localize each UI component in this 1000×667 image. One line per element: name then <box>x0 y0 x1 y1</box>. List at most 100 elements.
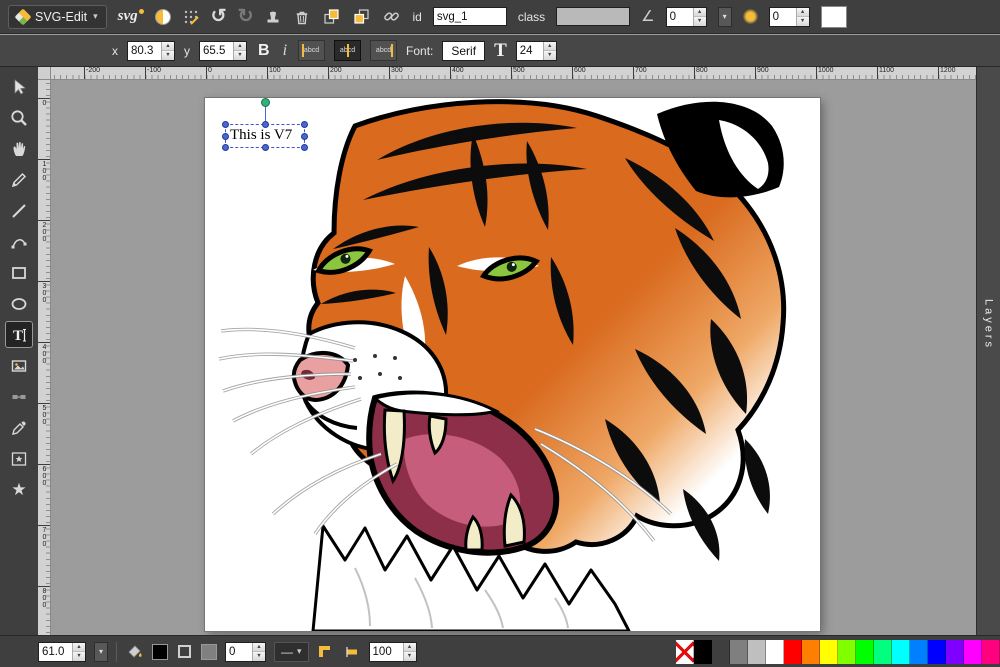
spin-down-icon[interactable]: ▼ <box>162 51 174 60</box>
palette-swatch[interactable] <box>946 640 964 664</box>
text-anchor-middle-button[interactable]: abcd <box>334 40 361 61</box>
opacity-input[interactable] <box>370 643 403 661</box>
blur-spinner[interactable]: ▲ ▼ <box>769 7 810 27</box>
palette-swatch[interactable] <box>784 640 802 664</box>
tool-line[interactable] <box>5 197 33 224</box>
y-spinner-arrows[interactable]: ▲ ▼ <box>233 42 246 60</box>
palette-swatch[interactable] <box>802 640 820 664</box>
stroke-width-input[interactable] <box>226 643 252 661</box>
font-size-spinner-arrows[interactable]: ▲ ▼ <box>543 42 556 60</box>
angle-spinner-arrows[interactable]: ▲ ▼ <box>693 8 706 26</box>
palette-swatch[interactable] <box>748 640 766 664</box>
fill-color-swatch[interactable] <box>152 644 168 660</box>
editor-preferences-button[interactable] <box>182 5 200 29</box>
palette-swatch[interactable] <box>892 640 910 664</box>
x-position-input[interactable] <box>128 42 161 60</box>
spin-down-icon[interactable]: ▼ <box>73 652 85 661</box>
spin-down-icon[interactable]: ▼ <box>253 652 265 661</box>
palette-swatch-none[interactable] <box>676 640 694 664</box>
zoom-presets-button[interactable]: ▾ <box>94 642 108 662</box>
delete-button[interactable] <box>293 5 311 29</box>
clone-button[interactable] <box>264 5 282 29</box>
tool-star[interactable]: ★ <box>5 476 33 503</box>
opacity-spinner[interactable]: ▲ ▼ <box>369 642 417 662</box>
main-menu-button[interactable]: SVG-Edit ▾ <box>8 5 107 29</box>
x-spinner-arrows[interactable]: ▲ ▼ <box>161 42 174 60</box>
tool-eyedropper[interactable] <box>5 414 33 441</box>
palette-swatch[interactable] <box>856 640 874 664</box>
tool-connector[interactable] <box>5 383 33 410</box>
opacity-spinner-arrows[interactable]: ▲ ▼ <box>403 643 416 661</box>
text-anchor-start-button[interactable]: abcd <box>298 40 325 61</box>
selection-handle-n[interactable] <box>262 121 269 128</box>
tool-select[interactable] <box>5 73 33 100</box>
element-class-input[interactable] <box>556 7 630 26</box>
spin-down-icon[interactable]: ▼ <box>694 17 706 26</box>
y-position-spinner[interactable]: ▲ ▼ <box>199 41 247 61</box>
spin-up-icon[interactable]: ▲ <box>73 643 85 653</box>
tool-pan[interactable] <box>5 135 33 162</box>
angle-spinner[interactable]: ▲ ▼ <box>666 7 707 27</box>
tool-ellipse[interactable] <box>5 290 33 317</box>
make-link-button[interactable] <box>382 5 401 29</box>
undo-button[interactable]: ↺ <box>211 5 227 29</box>
stroke-color-swatch[interactable] <box>201 644 217 660</box>
y-position-input[interactable] <box>200 42 233 60</box>
font-family-select[interactable]: Serif <box>442 41 485 61</box>
svg-canvas[interactable]: This is V7 <box>205 98 820 631</box>
spin-down-icon[interactable]: ▼ <box>234 51 246 60</box>
palette-swatch[interactable] <box>694 640 712 664</box>
selection-handle-nw[interactable] <box>222 121 229 128</box>
stroke-width-spinner[interactable]: ▲ ▼ <box>225 642 266 662</box>
selection-handle-e[interactable] <box>301 133 308 140</box>
spin-up-icon[interactable]: ▲ <box>797 8 809 18</box>
palette-swatch[interactable] <box>766 640 784 664</box>
color-swatch-button[interactable] <box>821 6 847 28</box>
stroke-linecap-icon[interactable] <box>343 643 361 661</box>
blur-spinner-arrows[interactable]: ▲ ▼ <box>796 8 809 26</box>
palette-swatch[interactable] <box>820 640 838 664</box>
rotation-handle[interactable] <box>261 98 270 107</box>
stroke-width-spinner-arrows[interactable]: ▲ ▼ <box>252 643 265 661</box>
move-to-bottom-button[interactable] <box>352 5 371 29</box>
stroke-dash-select[interactable]: — ▾ <box>274 642 309 662</box>
spin-up-icon[interactable]: ▲ <box>162 42 174 52</box>
selection-handle-s[interactable] <box>262 144 269 151</box>
blur-input[interactable] <box>770 8 796 26</box>
palette-swatch[interactable] <box>874 640 892 664</box>
tool-shape-library[interactable] <box>5 445 33 472</box>
move-to-top-button[interactable] <box>322 5 341 29</box>
palette-swatch[interactable] <box>964 640 982 664</box>
tool-pencil[interactable] <box>5 166 33 193</box>
spin-up-icon[interactable]: ▲ <box>234 42 246 52</box>
tool-path[interactable] <box>5 228 33 255</box>
redo-button[interactable]: ↻ <box>238 5 254 29</box>
spin-up-icon[interactable]: ▲ <box>404 643 416 653</box>
font-size-spinner[interactable]: ▲ ▼ <box>516 41 557 61</box>
spin-down-icon[interactable]: ▼ <box>544 51 556 60</box>
bold-button[interactable]: B <box>256 43 272 59</box>
tool-rectangle[interactable] <box>5 259 33 286</box>
stroke-linejoin-icon[interactable] <box>317 643 335 661</box>
palette-swatch[interactable] <box>838 640 856 664</box>
edit-source-button[interactable]: svg <box>118 5 144 29</box>
zoom-input[interactable] <box>39 643 72 661</box>
tool-zoom[interactable] <box>5 104 33 131</box>
spin-down-icon[interactable]: ▼ <box>797 17 809 26</box>
italic-button[interactable]: i <box>281 43 289 59</box>
text-anchor-end-button[interactable]: abcd <box>370 40 397 61</box>
layers-panel-toggle[interactable]: Layers <box>976 67 1000 635</box>
document-properties-button[interactable] <box>155 5 171 29</box>
selected-text-element[interactable]: This is V7 <box>230 127 292 144</box>
font-size-input[interactable] <box>517 42 543 60</box>
selection-handle-se[interactable] <box>301 144 308 151</box>
canvas-workspace[interactable]: This is V7 <box>51 80 976 635</box>
spin-up-icon[interactable]: ▲ <box>694 8 706 18</box>
selection-handle-sw[interactable] <box>222 144 229 151</box>
spin-up-icon[interactable]: ▲ <box>253 643 265 653</box>
x-position-spinner[interactable]: ▲ ▼ <box>127 41 175 61</box>
selection-handle-ne[interactable] <box>301 121 308 128</box>
zoom-spinner-arrows[interactable]: ▲ ▼ <box>72 643 85 661</box>
angle-input[interactable] <box>667 8 693 26</box>
tool-text[interactable]: T <box>5 321 33 348</box>
